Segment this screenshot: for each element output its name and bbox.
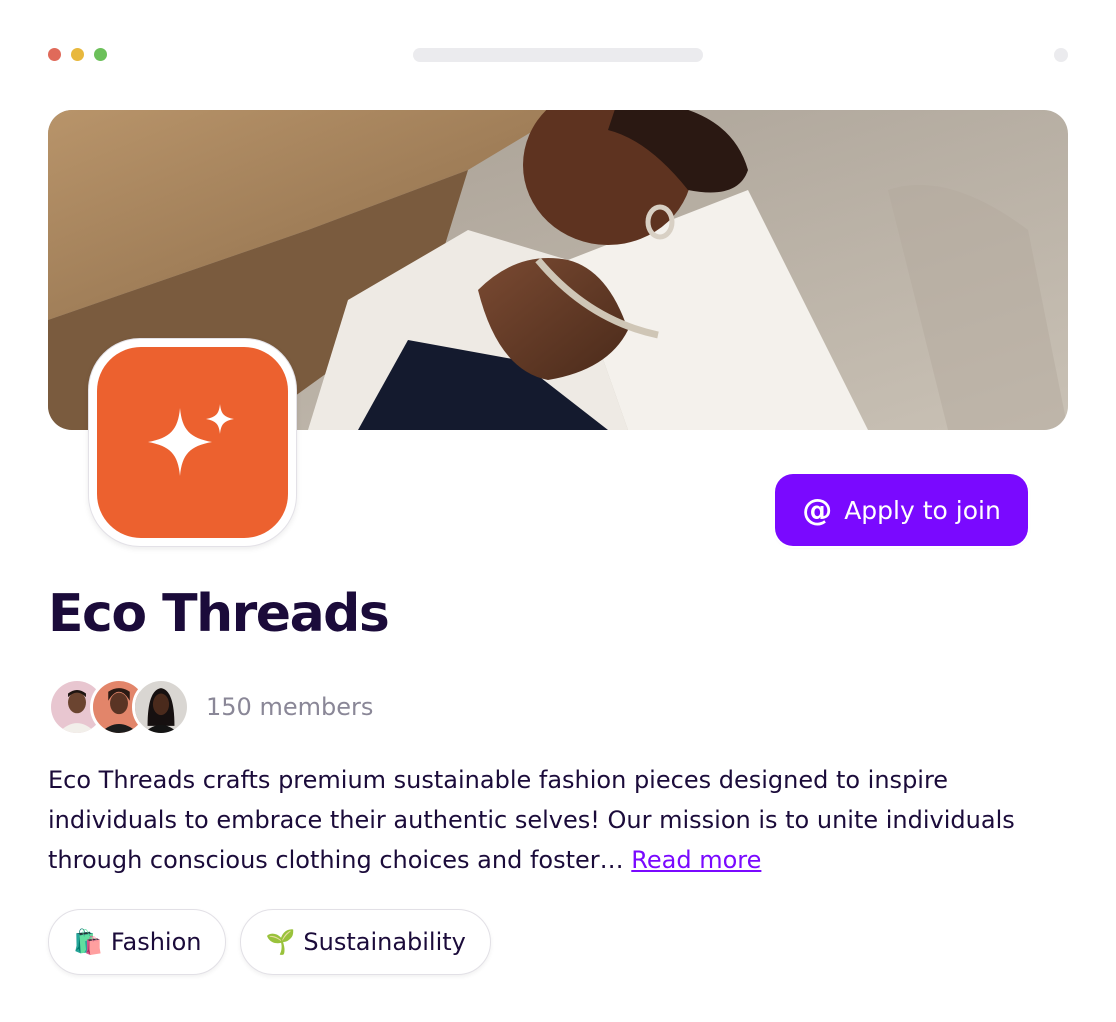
member-avatar	[132, 678, 190, 736]
tag-list: 🛍️ Fashion 🌱 Sustainability	[48, 909, 491, 975]
tag-sustainability[interactable]: 🌱 Sustainability	[240, 909, 491, 975]
close-window-dot[interactable]	[48, 48, 61, 61]
window-controls	[48, 48, 107, 61]
maximize-window-dot[interactable]	[94, 48, 107, 61]
members-row[interactable]: 150 members	[48, 678, 373, 736]
minimize-window-dot[interactable]	[71, 48, 84, 61]
community-description: Eco Threads crafts premium sustainable f…	[48, 760, 1068, 880]
shopping-bags-icon: 🛍️	[73, 928, 103, 956]
sparkle-icon	[138, 386, 248, 500]
description-text: Eco Threads crafts premium sustainable f…	[48, 766, 1015, 874]
tag-fashion[interactable]: 🛍️ Fashion	[48, 909, 227, 975]
tag-label: Sustainability	[303, 928, 466, 956]
community-logo	[88, 338, 297, 547]
window-menu-dot[interactable]	[1054, 48, 1068, 62]
apply-to-join-button[interactable]: @ Apply to join	[775, 474, 1028, 546]
seedling-icon: 🌱	[265, 928, 296, 956]
members-count: 150 members	[206, 693, 374, 721]
address-bar[interactable]	[413, 48, 703, 62]
community-title: Eco Threads	[48, 584, 390, 644]
read-more-link[interactable]: Read more	[631, 846, 761, 874]
tag-label: Fashion	[110, 928, 202, 956]
apply-label: Apply to join	[844, 495, 1001, 525]
at-sign-icon: @	[802, 492, 833, 528]
